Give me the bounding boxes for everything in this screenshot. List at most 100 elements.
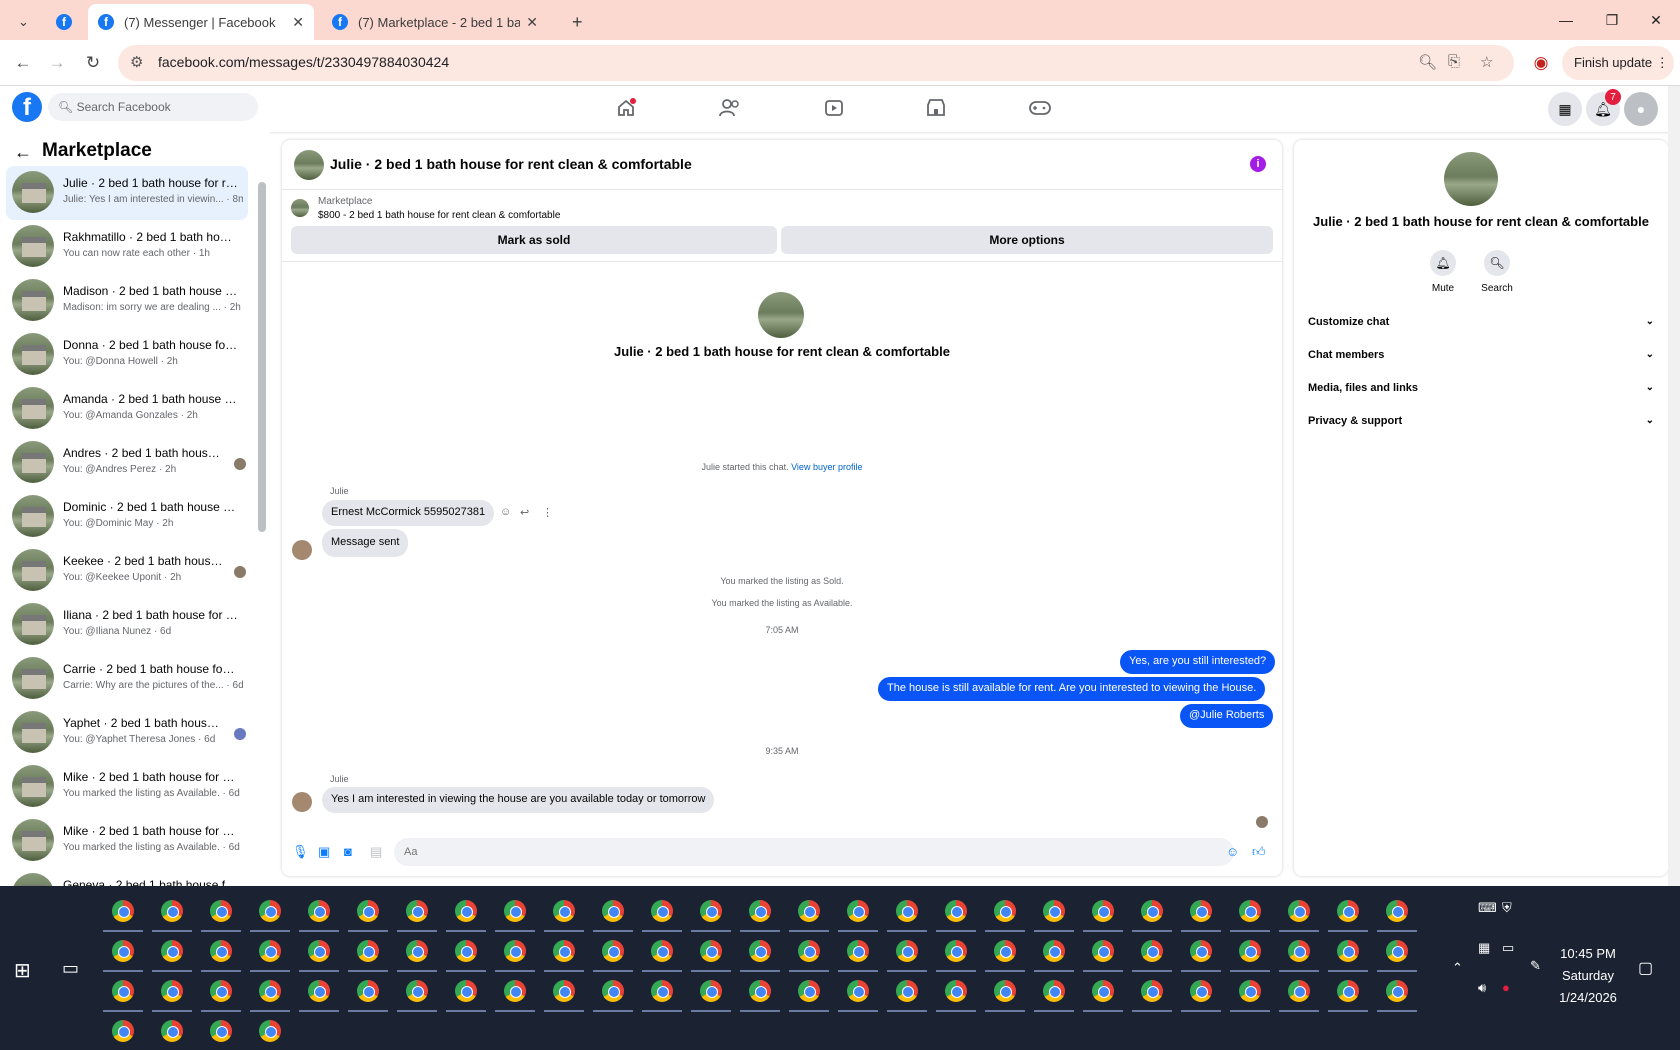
chrome-taskbar-icon[interactable] — [161, 980, 183, 1002]
conversation-item[interactable]: Mike · 2 bed 1 bath house for rent clean… — [6, 814, 248, 868]
chrome-taskbar-icon[interactable] — [455, 940, 477, 962]
chrome-taskbar-icon[interactable] — [896, 980, 918, 1002]
sidebar-scrollbar[interactable] — [258, 182, 266, 532]
gif-icon[interactable]: ▤ — [370, 844, 382, 860]
chrome-taskbar-icon[interactable] — [651, 980, 673, 1002]
page-scrollbar[interactable] — [1668, 86, 1680, 886]
incoming-message[interactable]: Yes I am interested in viewing the house… — [322, 787, 715, 813]
thumbs-up-icon[interactable]: 👍︎ — [1252, 844, 1266, 860]
avatar[interactable] — [294, 150, 324, 180]
chrome-taskbar-icon[interactable] — [259, 940, 281, 962]
chrome-taskbar-icon[interactable] — [945, 940, 967, 962]
chrome-taskbar-icon[interactable] — [455, 980, 477, 1002]
conversation-item[interactable]: Rakhmatillo · 2 bed 1 bath house for ren… — [6, 220, 248, 274]
zoom-icon[interactable]: 🔍︎ — [1418, 53, 1437, 71]
listing-thumbnail[interactable] — [291, 199, 309, 217]
chrome-taskbar-icon[interactable] — [1043, 980, 1065, 1002]
chrome-taskbar-icon[interactable] — [1092, 980, 1114, 1002]
incoming-message[interactable]: Message sent — [322, 529, 409, 557]
chrome-taskbar-icon[interactable] — [504, 900, 526, 922]
chrome-taskbar-icon[interactable] — [1288, 940, 1310, 962]
avatar[interactable] — [1444, 152, 1498, 206]
chrome-taskbar-icon[interactable] — [994, 940, 1016, 962]
conversation-item[interactable]: Dominic · 2 bed 1 bath house for rent cl… — [6, 490, 248, 544]
chrome-taskbar-icon[interactable] — [994, 900, 1016, 922]
chrome-taskbar-icon[interactable] — [455, 900, 477, 922]
chrome-taskbar-icon[interactable] — [945, 980, 967, 1002]
chrome-taskbar-icon[interactable] — [161, 940, 183, 962]
clock-time[interactable]: 10:45 PM — [1538, 946, 1638, 961]
chrome-taskbar-icon[interactable] — [700, 940, 722, 962]
conversation-item[interactable]: Madison · 2 bed 1 bath house for rent cl… — [6, 274, 248, 328]
sticker-icon[interactable]: ◙ — [344, 844, 352, 859]
gaming-icon[interactable] — [1028, 96, 1052, 120]
chrome-taskbar-icon[interactable] — [1092, 940, 1114, 962]
chrome-taskbar-icon[interactable] — [602, 940, 624, 962]
chrome-taskbar-icon[interactable] — [308, 940, 330, 962]
facebook-logo-icon[interactable]: f — [12, 92, 42, 122]
chrome-taskbar-icon[interactable] — [553, 900, 575, 922]
conversation-item[interactable]: Keekee · 2 bed 1 bath house for rent cle… — [6, 544, 248, 598]
conversation-item[interactable]: Donna · 2 bed 1 bath house for rent clea… — [6, 328, 248, 382]
chrome-taskbar-icon[interactable] — [1337, 900, 1359, 922]
new-tab-button[interactable]: + — [562, 4, 594, 40]
chrome-taskbar-icon[interactable] — [749, 900, 771, 922]
minimize-button[interactable]: — — [1546, 6, 1586, 34]
chrome-taskbar-icon[interactable] — [798, 980, 820, 1002]
friends-icon[interactable] — [718, 96, 742, 120]
chrome-taskbar-icon[interactable] — [945, 900, 967, 922]
chrome-taskbar-icon[interactable] — [798, 940, 820, 962]
facebook-search-input[interactable]: 🔍︎ Search Facebook — [48, 93, 258, 121]
chrome-taskbar-icon[interactable] — [651, 940, 673, 962]
security-icon[interactable]: ⛨ — [1502, 900, 1512, 916]
microphone-icon[interactable]: 🎙︎ — [292, 844, 309, 860]
chat-members-row[interactable]: Chat members ⌄ — [1304, 341, 1654, 371]
chrome-taskbar-icon[interactable] — [1190, 940, 1212, 962]
tab-search-button[interactable]: ⌄ — [8, 4, 40, 40]
recording-icon[interactable]: ● — [1502, 980, 1510, 995]
chrome-taskbar-icon[interactable] — [847, 940, 869, 962]
menu-grid-icon[interactable]: ▦ — [1548, 92, 1582, 126]
chrome-taskbar-icon[interactable] — [1043, 940, 1065, 962]
reply-icon[interactable]: ↩ — [520, 506, 529, 519]
network-icon[interactable]: ▦ — [1478, 940, 1490, 956]
chrome-taskbar-icon[interactable] — [161, 1020, 183, 1042]
back-arrow-icon[interactable]: ← — [14, 142, 32, 163]
mute-button[interactable]: 🔔︎ Mute — [1418, 250, 1468, 294]
chrome-taskbar-icon[interactable] — [308, 980, 330, 1002]
listing-price[interactable]: $800 - 2 bed 1 bath house for rent clean… — [318, 210, 560, 221]
reload-button[interactable]: ↻ — [78, 48, 108, 78]
chrome-taskbar-icon[interactable] — [994, 980, 1016, 1002]
chrome-taskbar-icon[interactable] — [210, 1020, 232, 1042]
chrome-taskbar-icon[interactable] — [700, 980, 722, 1002]
chrome-taskbar-icon[interactable] — [1190, 980, 1212, 1002]
back-button[interactable]: ← — [8, 48, 38, 78]
tab-marketplace[interactable]: f (7) Marketplace - 2 bed 1 bath ✕ — [322, 4, 548, 40]
chrome-taskbar-icon[interactable] — [406, 940, 428, 962]
chrome-taskbar-icon[interactable] — [406, 980, 428, 1002]
chrome-taskbar-icon[interactable] — [553, 940, 575, 962]
search-conversation-button[interactable]: 🔍︎ Search — [1472, 250, 1522, 294]
chrome-taskbar-icon[interactable] — [161, 900, 183, 922]
chrome-taskbar-icon[interactable] — [602, 900, 624, 922]
chrome-taskbar-icon[interactable] — [112, 940, 134, 962]
profile-icon[interactable]: ◉ — [1526, 48, 1556, 78]
bookmark-star-icon[interactable]: ☆ — [1480, 53, 1493, 71]
chrome-taskbar-icon[interactable] — [1288, 980, 1310, 1002]
windows-start-icon[interactable]: ⊞ — [14, 958, 31, 983]
media-files-links-row[interactable]: Media, files and links ⌄ — [1304, 374, 1654, 404]
forward-button[interactable]: → — [42, 48, 72, 78]
address-bar[interactable]: ⚙ facebook.com/messages/t/23304978840304… — [118, 45, 1514, 81]
tab-messenger[interactable]: f (7) Messenger | Facebook ✕ — [88, 4, 314, 40]
conversation-item[interactable]: Carrie · 2 bed 1 bath house for rent cle… — [6, 652, 248, 706]
chrome-taskbar-icon[interactable] — [798, 900, 820, 922]
chrome-taskbar-icon[interactable] — [357, 940, 379, 962]
chrome-taskbar-icon[interactable] — [700, 900, 722, 922]
message-input[interactable] — [394, 838, 1234, 866]
mark-as-sold-button[interactable]: Mark as sold — [291, 226, 777, 254]
view-buyer-profile-link[interactable]: View buyer profile — [791, 462, 862, 472]
chrome-taskbar-icon[interactable] — [1386, 900, 1408, 922]
chrome-taskbar-icon[interactable] — [210, 980, 232, 1002]
chrome-taskbar-icon[interactable] — [357, 980, 379, 1002]
photo-icon[interactable]: ▣ — [318, 844, 330, 860]
